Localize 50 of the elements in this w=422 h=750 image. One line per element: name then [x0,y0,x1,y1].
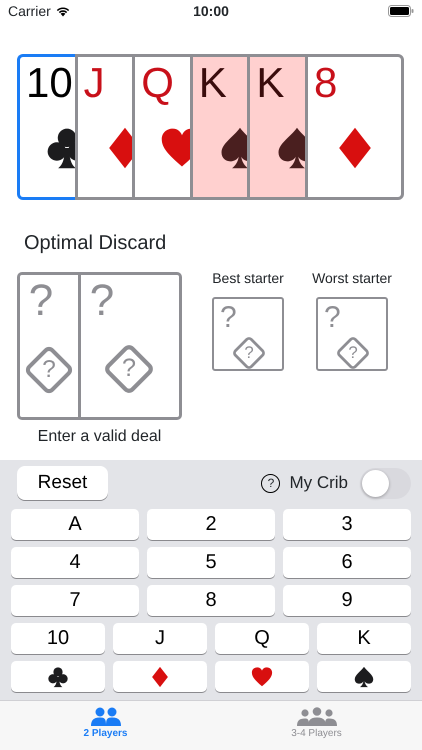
rank-key[interactable]: 10 [11,623,105,654]
two-people-icon [90,707,120,727]
rank-key[interactable]: 2 [147,509,275,540]
rank-key[interactable]: 4 [11,547,139,578]
playing-card[interactable]: 10 [17,54,75,200]
rank-key[interactable]: 7 [11,585,139,616]
question-mark: ? [220,301,237,334]
tab-item[interactable]: 2 Players [0,701,211,750]
rank-key[interactable]: J [113,623,207,654]
rank-key[interactable]: A [11,509,139,540]
card-rank: K [198,59,227,107]
card-rank: 8 [314,59,338,107]
rank-key[interactable]: 3 [283,509,411,540]
playing-card[interactable]: 8 [304,54,404,200]
wifi-icon [54,5,71,17]
starter-label: Best starter [212,269,284,287]
spade-icon [353,666,375,688]
time-label: 10:00 [192,2,230,20]
card-rank: 10 [26,59,73,107]
section-title: Optimal Discard [24,231,168,256]
question-mark: ? [90,277,114,326]
rank-key[interactable]: K [317,623,411,654]
rank-key[interactable]: Q [215,623,309,654]
help-icon[interactable]: ? [261,474,280,492]
starter-label: Worst starter [312,269,392,287]
reset-button[interactable]: Reset [17,466,108,500]
club-icon [45,126,75,170]
playing-card[interactable]: J [74,54,132,200]
card-rank: K [256,59,284,107]
playing-card[interactable]: K [190,54,248,200]
playing-card[interactable]: K [247,54,305,200]
club-icon [47,666,69,688]
status-message: Enter a valid deal [38,428,162,446]
crib-toggle[interactable] [360,468,411,498]
carrier-label: Carrier [8,2,51,20]
suit-key[interactable] [11,661,105,692]
rank-key[interactable]: 6 [283,547,411,578]
question-mark: ? [28,277,54,326]
rank-key[interactable]: 9 [283,585,411,616]
three-people-icon [296,707,336,727]
rank-key[interactable]: 8 [147,585,275,616]
heart-icon [251,666,273,688]
suit-key[interactable] [317,661,411,692]
card-rank: Q [141,59,174,107]
playing-card[interactable]: Q [132,54,190,200]
rank-key[interactable]: 5 [147,547,275,578]
card-rank: J [84,59,105,107]
battery-icon [388,5,414,17]
crib-label: My Crib [289,472,348,494]
question-mark: ? [324,301,341,334]
